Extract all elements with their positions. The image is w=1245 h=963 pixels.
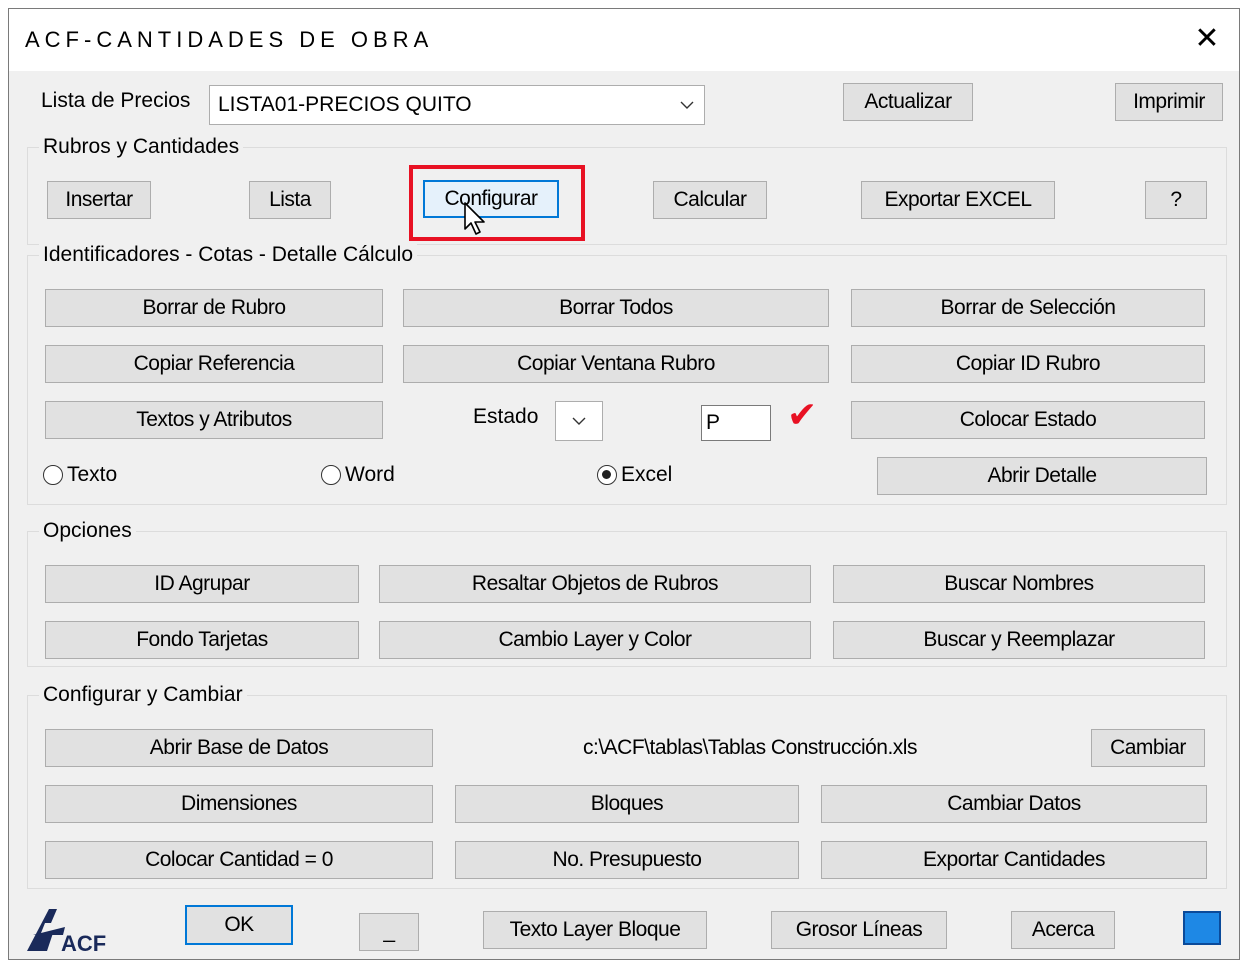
no-presupuesto-button[interactable]: No. Presupuesto xyxy=(455,841,799,879)
highlight-box xyxy=(409,165,585,241)
radio-word[interactable]: Word xyxy=(321,463,395,487)
lista-button[interactable]: Lista xyxy=(249,181,331,219)
imprimir-button[interactable]: Imprimir xyxy=(1115,83,1223,121)
color-swatch-button[interactable] xyxy=(1183,911,1221,945)
abrir-detalle-button[interactable]: Abrir Detalle xyxy=(877,457,1207,495)
lista-precios-label: Lista de Precios xyxy=(41,89,191,112)
estado-label: Estado xyxy=(473,405,539,428)
fondo-tarjetas-button[interactable]: Fondo Tarjetas xyxy=(45,621,359,659)
buscar-nombres-button[interactable]: Buscar Nombres xyxy=(833,565,1205,603)
buscar-reemplazar-button[interactable]: Buscar y Reemplazar xyxy=(833,621,1205,659)
copiar-referencia-button[interactable]: Copiar Referencia xyxy=(45,345,383,383)
acf-logo: ACF xyxy=(23,905,133,957)
chevron-down-icon xyxy=(562,417,596,425)
borrar-todos-button[interactable]: Borrar Todos xyxy=(403,289,829,327)
acerca-button[interactable]: Acerca xyxy=(1011,911,1115,949)
radio-excel[interactable]: Excel xyxy=(597,463,672,487)
dimensiones-button[interactable]: Dimensiones xyxy=(45,785,433,823)
mouse-cursor-icon xyxy=(463,201,489,243)
borrar-seleccion-button[interactable]: Borrar de Selección xyxy=(851,289,1205,327)
help-button[interactable]: ? xyxy=(1145,181,1207,219)
bloques-button[interactable]: Bloques xyxy=(455,785,799,823)
radio-circle-checked-icon xyxy=(597,465,617,485)
estado-combo[interactable] xyxy=(555,401,603,441)
radio-circle-icon xyxy=(43,465,63,485)
identificadores-legend: Identificadores - Cotas - Detalle Cálcul… xyxy=(39,243,418,267)
texto-layer-bloque-button[interactable]: Texto Layer Bloque xyxy=(483,911,707,949)
logo-text: ACF xyxy=(61,931,106,956)
id-agrupar-button[interactable]: ID Agrupar xyxy=(45,565,359,603)
colocar-estado-button[interactable]: Colocar Estado xyxy=(851,401,1205,439)
actualizar-button[interactable]: Actualizar xyxy=(843,83,973,121)
cambio-layer-color-button[interactable]: Cambio Layer y Color xyxy=(379,621,811,659)
abrir-base-datos-button[interactable]: Abrir Base de Datos xyxy=(45,729,433,767)
rubros-legend: Rubros y Cantidades xyxy=(39,135,244,159)
textos-atributos-button[interactable]: Textos y Atributos xyxy=(45,401,383,439)
exportar-cantidades-button[interactable]: Exportar Cantidades xyxy=(821,841,1207,879)
chevron-down-icon xyxy=(670,101,704,109)
exportar-excel-button[interactable]: Exportar EXCEL xyxy=(861,181,1055,219)
copiar-ventana-rubro-button[interactable]: Copiar Ventana Rubro xyxy=(403,345,829,383)
copiar-id-rubro-button[interactable]: Copiar ID Rubro xyxy=(851,345,1205,383)
opciones-legend: Opciones xyxy=(39,519,136,543)
ok-button[interactable]: OK xyxy=(185,905,293,945)
borrar-rubro-button[interactable]: Borrar de Rubro xyxy=(45,289,383,327)
check-icon: ✔ xyxy=(787,394,818,435)
radio-texto-label: Texto xyxy=(67,463,118,486)
radio-word-label: Word xyxy=(345,463,395,486)
colocar-cantidad-button[interactable]: Colocar Cantidad = 0 xyxy=(45,841,433,879)
title-bar: ACF-CANTIDADES DE OBRA ✕ xyxy=(9,9,1239,71)
close-icon[interactable]: ✕ xyxy=(1189,21,1225,57)
grosor-lineas-button[interactable]: Grosor Líneas xyxy=(771,911,947,949)
radio-circle-icon xyxy=(321,465,341,485)
acf-dialog: ACF-CANTIDADES DE OBRA ✕ Lista de Precio… xyxy=(8,8,1240,960)
radio-excel-label: Excel xyxy=(621,463,673,486)
cambiar-datos-button[interactable]: Cambiar Datos xyxy=(821,785,1207,823)
lista-precios-value: LISTA01-PRECIOS QUITO xyxy=(218,93,472,116)
window-title: ACF-CANTIDADES DE OBRA xyxy=(25,27,434,52)
configurar-legend: Configurar y Cambiar xyxy=(39,683,247,707)
cambiar-button[interactable]: Cambiar xyxy=(1091,729,1205,767)
database-path: c:\ACF\tablas\Tablas Construcción.xls xyxy=(583,736,917,759)
estado-input[interactable]: P xyxy=(701,405,771,441)
calcular-button[interactable]: Calcular xyxy=(653,181,767,219)
minimize-button[interactable]: _ xyxy=(359,913,419,951)
lista-precios-combo[interactable]: LISTA01-PRECIOS QUITO xyxy=(209,85,705,125)
insertar-button[interactable]: Insertar xyxy=(47,181,151,219)
radio-texto[interactable]: Texto xyxy=(43,463,117,487)
resaltar-objetos-button[interactable]: Resaltar Objetos de Rubros xyxy=(379,565,811,603)
